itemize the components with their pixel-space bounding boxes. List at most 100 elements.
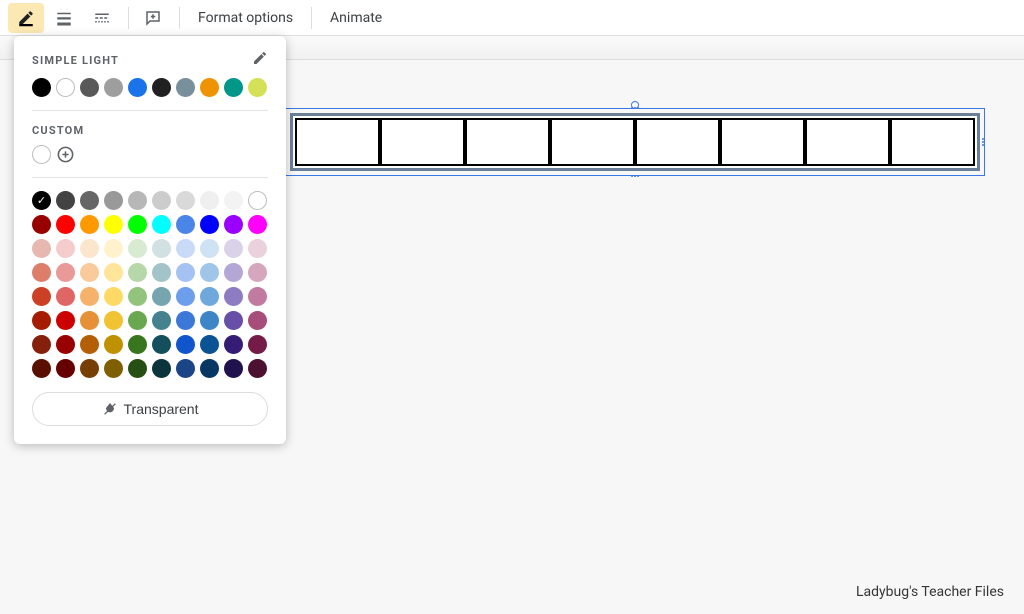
color-swatch[interactable] (56, 359, 75, 378)
color-swatch[interactable] (56, 215, 75, 234)
color-swatch[interactable] (200, 239, 219, 258)
border-weight-button[interactable] (46, 3, 82, 33)
color-swatch[interactable] (176, 78, 195, 97)
table-cell[interactable] (295, 118, 380, 166)
color-swatch[interactable] (104, 359, 123, 378)
color-swatch[interactable] (152, 78, 171, 97)
color-swatch[interactable] (80, 311, 99, 330)
color-swatch[interactable] (248, 335, 267, 354)
resize-handle-right[interactable] (978, 135, 988, 149)
format-options-button[interactable]: Format options (186, 3, 305, 33)
color-swatch[interactable] (80, 263, 99, 282)
color-swatch[interactable] (32, 359, 51, 378)
color-swatch[interactable] (128, 287, 147, 306)
color-swatch[interactable] (128, 215, 147, 234)
color-swatch[interactable] (128, 359, 147, 378)
color-swatch[interactable] (56, 335, 75, 354)
color-swatch[interactable] (224, 215, 243, 234)
color-swatch[interactable] (224, 335, 243, 354)
color-swatch[interactable] (56, 287, 75, 306)
color-swatch[interactable] (56, 78, 75, 97)
color-swatch[interactable] (200, 78, 219, 97)
resize-handle-bottom[interactable] (628, 171, 642, 181)
color-swatch[interactable] (248, 191, 267, 210)
color-swatch[interactable] (80, 191, 99, 210)
color-swatch[interactable] (152, 263, 171, 282)
edit-theme-colors-button[interactable] (252, 50, 268, 70)
color-swatch[interactable] (176, 335, 195, 354)
color-swatch[interactable] (56, 263, 75, 282)
table-cell[interactable] (550, 118, 635, 166)
color-swatch[interactable] (248, 311, 267, 330)
color-swatch[interactable] (32, 215, 51, 234)
color-swatch[interactable] (128, 191, 147, 210)
table-cell[interactable] (635, 118, 720, 166)
animate-button[interactable]: Animate (318, 3, 394, 33)
color-swatch[interactable] (176, 311, 195, 330)
color-swatch[interactable] (32, 311, 51, 330)
table-cell[interactable] (805, 118, 890, 166)
color-swatch[interactable] (80, 78, 99, 97)
table-cell[interactable] (380, 118, 465, 166)
color-swatch[interactable] (248, 78, 267, 97)
color-swatch[interactable] (32, 145, 51, 164)
resize-handle-top[interactable] (628, 103, 642, 113)
color-swatch[interactable] (200, 287, 219, 306)
add-comment-button[interactable] (135, 3, 171, 33)
color-swatch[interactable] (32, 239, 51, 258)
color-swatch[interactable] (248, 287, 267, 306)
color-swatch[interactable] (176, 263, 195, 282)
color-swatch[interactable] (224, 239, 243, 258)
color-swatch[interactable] (32, 263, 51, 282)
color-swatch[interactable] (200, 263, 219, 282)
color-swatch[interactable] (248, 239, 267, 258)
color-swatch[interactable] (224, 191, 243, 210)
color-swatch[interactable] (80, 287, 99, 306)
add-custom-color-button[interactable] (56, 145, 75, 164)
border-color-button[interactable] (8, 3, 44, 33)
color-swatch[interactable] (200, 215, 219, 234)
color-swatch[interactable] (224, 78, 243, 97)
color-swatch[interactable] (32, 335, 51, 354)
color-swatch[interactable] (152, 359, 171, 378)
table-cell[interactable] (720, 118, 805, 166)
color-swatch[interactable] (176, 239, 195, 258)
color-swatch[interactable] (32, 287, 51, 306)
table-cell[interactable] (465, 118, 550, 166)
color-swatch[interactable] (80, 239, 99, 258)
color-swatch[interactable] (128, 78, 147, 97)
color-swatch[interactable] (200, 311, 219, 330)
color-swatch[interactable] (56, 191, 75, 210)
transparent-button[interactable]: Transparent (32, 392, 268, 426)
color-swatch[interactable] (56, 311, 75, 330)
color-swatch[interactable] (80, 335, 99, 354)
color-swatch[interactable] (104, 239, 123, 258)
color-swatch[interactable] (152, 287, 171, 306)
color-swatch[interactable] (128, 311, 147, 330)
color-swatch[interactable] (152, 335, 171, 354)
color-swatch[interactable] (80, 359, 99, 378)
color-swatch[interactable] (176, 287, 195, 306)
color-swatch[interactable] (128, 335, 147, 354)
color-swatch[interactable] (224, 263, 243, 282)
color-swatch[interactable] (224, 311, 243, 330)
color-swatch[interactable] (104, 191, 123, 210)
border-dash-button[interactable] (84, 3, 120, 33)
table-cell[interactable] (890, 118, 975, 166)
color-swatch[interactable]: ✓ (32, 191, 51, 210)
color-swatch[interactable] (128, 263, 147, 282)
color-swatch[interactable] (248, 263, 267, 282)
color-swatch[interactable] (248, 215, 267, 234)
color-swatch[interactable] (152, 311, 171, 330)
color-swatch[interactable] (104, 287, 123, 306)
color-swatch[interactable] (80, 215, 99, 234)
color-swatch[interactable] (176, 191, 195, 210)
color-swatch[interactable] (152, 191, 171, 210)
color-swatch[interactable] (104, 311, 123, 330)
color-swatch[interactable] (224, 359, 243, 378)
color-swatch[interactable] (56, 239, 75, 258)
color-swatch[interactable] (104, 335, 123, 354)
color-swatch[interactable] (104, 78, 123, 97)
color-swatch[interactable] (32, 78, 51, 97)
color-swatch[interactable] (176, 359, 195, 378)
